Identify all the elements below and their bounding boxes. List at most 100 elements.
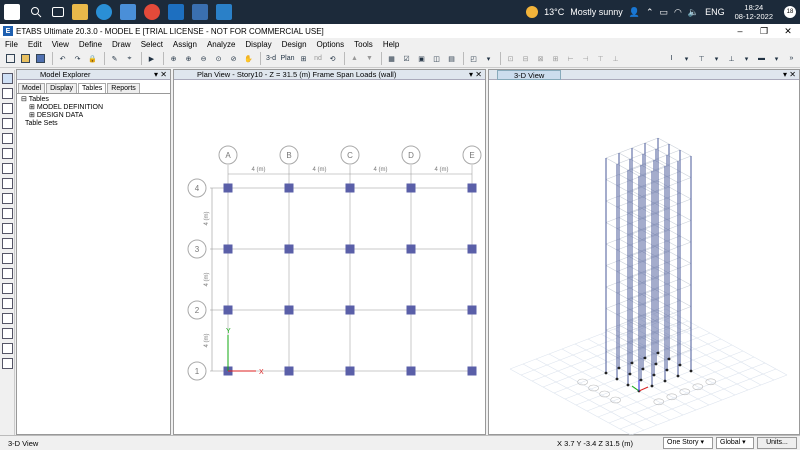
draw-opening-icon[interactable] [2, 223, 13, 234]
weather-icon[interactable] [526, 6, 539, 18]
zoom-in-icon[interactable]: ⊕ [182, 52, 195, 65]
draw-wall-icon[interactable] [2, 208, 13, 219]
grid-snap-icon[interactable]: ⊡ [504, 52, 517, 65]
tab-model[interactable]: Model [18, 83, 46, 93]
snap-extra-icon[interactable]: ⊤ [594, 52, 607, 65]
menu-design[interactable]: Design [277, 40, 312, 49]
line-snap-icon[interactable]: ⊠ [534, 52, 547, 65]
misc-snap-icon[interactable]: ⊢ [564, 52, 577, 65]
view-elevation-icon[interactable]: ⊞ [297, 52, 310, 65]
snap-last-icon[interactable]: ⊥ [609, 52, 622, 65]
beam-dropdown-icon[interactable]: ▾ [680, 52, 693, 65]
shell-icon[interactable]: ▬ [755, 52, 768, 65]
network-icon[interactable]: ▭ [660, 7, 669, 18]
zoom-previous-icon[interactable]: ⊘ [227, 52, 240, 65]
beam-icon[interactable]: I [665, 52, 678, 65]
menu-display[interactable]: Display [240, 40, 276, 49]
tree-item-tables[interactable]: ⊟ Tables [21, 96, 168, 104]
menu-view[interactable]: View [47, 40, 74, 49]
menu-define[interactable]: Define [74, 40, 107, 49]
object-dropdown-icon[interactable]: ▾ [482, 52, 495, 65]
draw-dimension-icon[interactable] [2, 283, 13, 294]
move-up-icon[interactable]: ▲ [348, 52, 361, 65]
zoom-extents-icon[interactable]: ⊙ [212, 52, 225, 65]
wifi-icon[interactable]: ◠ [674, 7, 682, 18]
draw-section-cut-icon[interactable] [2, 298, 13, 309]
select-icon[interactable]: ⌖ [123, 52, 136, 65]
mail-icon[interactable] [168, 4, 184, 20]
object-icon[interactable]: ◰ [467, 52, 480, 65]
draw-ruler-icon[interactable] [2, 358, 13, 369]
draw-link-icon[interactable] [2, 328, 13, 339]
search-icon[interactable] [28, 4, 44, 20]
pointer-icon[interactable] [2, 73, 13, 84]
check-icon[interactable]: ☑ [400, 52, 413, 65]
notification-badge[interactable]: 18 [784, 6, 796, 18]
draw-strip-icon[interactable] [2, 268, 13, 279]
column-dropdown-icon[interactable]: ▾ [710, 52, 723, 65]
draw-floor-icon[interactable] [2, 178, 13, 189]
brace-dropdown-icon[interactable]: ▾ [740, 52, 753, 65]
undo-icon[interactable]: ↶ [56, 52, 69, 65]
people-icon[interactable]: 👤 [629, 7, 640, 18]
move-down-icon[interactable]: ▼ [363, 52, 376, 65]
view-plan-button[interactable]: Plan [280, 52, 295, 65]
zoom-window-icon[interactable]: ⊕ [167, 52, 180, 65]
draw-brace-icon[interactable] [2, 148, 13, 159]
draw-spring-icon[interactable] [2, 343, 13, 354]
view-nd-button[interactable]: nd [312, 52, 324, 65]
new-file-icon[interactable] [4, 52, 17, 65]
photos-icon[interactable] [216, 4, 232, 20]
menu-options[interactable]: Options [312, 40, 350, 49]
chrome-icon[interactable] [144, 4, 160, 20]
plan-view-controls[interactable]: ▾ ✕ [469, 70, 482, 79]
plan-view-canvas[interactable]: A B C D E 4 3 2 1 4 (m) 4 (m) 4 (m) 4 (m) 4 (m) 4 (m) 4… [174, 81, 485, 435]
weather-text[interactable]: Mostly sunny [570, 7, 623, 17]
panel-pin-icon[interactable]: ▾ ✕ [154, 70, 167, 79]
display-options-icon[interactable]: ▦ [385, 52, 398, 65]
draw-tendon-icon[interactable] [2, 253, 13, 264]
minimize-button[interactable]: – [728, 26, 752, 37]
maximize-button[interactable]: ❐ [752, 26, 776, 37]
weather-temp[interactable]: 13°C [544, 7, 564, 17]
joint-snap-icon[interactable]: ⊟ [519, 52, 532, 65]
view-3d-controls[interactable]: ▾ ✕ [783, 70, 796, 79]
tab-tables[interactable]: Tables [78, 83, 107, 93]
volume-icon[interactable]: 🔈 [688, 7, 699, 18]
task-view-icon[interactable] [52, 7, 64, 17]
open-folder-icon[interactable] [19, 52, 32, 65]
story-select[interactable]: One Story ▾ [663, 437, 713, 449]
brace-icon[interactable]: ⊥ [725, 52, 738, 65]
chevron-up-icon[interactable]: ⌃ [646, 7, 654, 18]
shrink-icon[interactable]: ◫ [430, 52, 443, 65]
menu-select[interactable]: Select [136, 40, 168, 49]
menu-analyze[interactable]: Analyze [202, 40, 240, 49]
file-explorer-icon[interactable] [72, 4, 88, 20]
run-analysis-icon[interactable]: ▶ [145, 52, 158, 65]
redo-icon[interactable]: ↷ [71, 52, 84, 65]
view-3d-canvas[interactable] [489, 81, 799, 435]
tree-item-table-sets[interactable]: Table Sets [21, 120, 168, 128]
menu-assign[interactable]: Assign [168, 40, 202, 49]
area-snap-icon[interactable]: ⊞ [549, 52, 562, 65]
tree-item-design-data[interactable]: ⊞ DESIGN DATA [21, 112, 168, 120]
draw-line-icon[interactable] [2, 103, 13, 114]
draw-rect-floor-icon[interactable] [2, 193, 13, 204]
clock[interactable]: 18:24 08-12-2022 [732, 3, 776, 21]
view-3d-button[interactable]: 3-d [264, 52, 278, 65]
rotate-icon[interactable]: ⟲ [326, 52, 339, 65]
store-icon[interactable] [120, 4, 136, 20]
column-icon[interactable]: ⊤ [695, 52, 708, 65]
shell-dropdown-icon[interactable]: ▾ [770, 52, 783, 65]
save-icon[interactable] [34, 52, 47, 65]
tab-reports[interactable]: Reports [107, 83, 140, 93]
edge-icon[interactable] [96, 4, 112, 20]
units-button[interactable]: Units... [757, 437, 797, 449]
lock-icon[interactable]: 🔒 [86, 52, 99, 65]
draw-beam-icon[interactable] [2, 118, 13, 129]
more-tools-icon[interactable]: » [785, 52, 798, 65]
menu-draw[interactable]: Draw [107, 40, 136, 49]
zoom-out-icon[interactable]: ⊖ [197, 52, 210, 65]
start-icon[interactable] [4, 4, 20, 20]
pan-icon[interactable]: ✋ [242, 52, 255, 65]
